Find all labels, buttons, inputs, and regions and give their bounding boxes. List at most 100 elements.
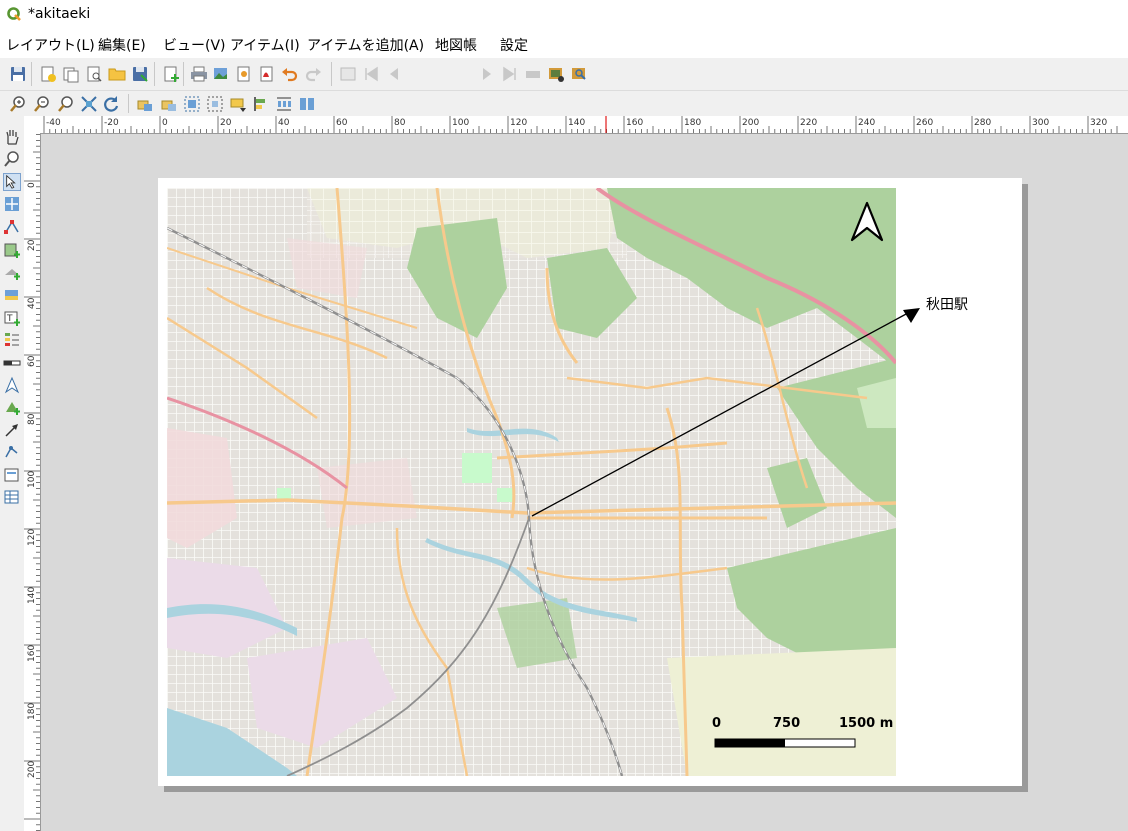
tools-panel: T [0, 116, 24, 831]
qgis-logo-icon [7, 7, 21, 21]
separator [154, 62, 155, 86]
ruler-label: -20 [104, 118, 119, 128]
next-feature-icon[interactable] [478, 65, 496, 83]
menu-items[interactable]: アイテム(I) [230, 35, 300, 55]
move-content-icon[interactable] [3, 195, 21, 213]
svg-text:T: T [6, 314, 13, 324]
ruler-label: 180 [27, 703, 37, 720]
layout-manager-icon[interactable] [85, 65, 103, 83]
zoom-out-icon[interactable] [33, 95, 51, 113]
pan-icon[interactable] [3, 128, 21, 146]
duplicate-layout-icon[interactable] [62, 65, 80, 83]
add-label-icon[interactable]: T [3, 309, 21, 327]
add-legend-icon[interactable] [3, 331, 21, 349]
ruler-label: 120 [27, 529, 37, 546]
window-title: *akitaeki [28, 6, 91, 22]
group-items-icon[interactable] [183, 95, 201, 113]
ruler-label: 220 [800, 118, 817, 128]
ruler-label: 0 [162, 118, 168, 128]
ruler-label: 160 [27, 645, 37, 662]
menu-bar: レイアウト(L) 編集(E) ビュー(V) アイテム(I) アイテムを追加(A)… [0, 30, 1128, 58]
zoom-full-icon[interactable] [80, 95, 98, 113]
ruler-label: 200 [27, 761, 37, 778]
undo-icon[interactable] [281, 65, 299, 83]
menu-layout[interactable]: レイアウト(L) [6, 35, 95, 55]
ruler-label: 240 [858, 118, 875, 128]
distribute-items-icon[interactable] [275, 95, 293, 113]
open-template-icon[interactable] [108, 65, 126, 83]
redo-icon[interactable] [304, 65, 322, 83]
menu-atlas[interactable]: 地図帳 [435, 35, 477, 55]
last-feature-icon[interactable] [501, 65, 519, 83]
save-template-icon[interactable] [131, 65, 149, 83]
unlock-items-icon[interactable] [160, 95, 178, 113]
ruler-label: 0 [27, 182, 37, 188]
horizontal-ruler-ticks: -40 -20 0 20 40 60 80 100 120 140 160 180 200 220 240 2… [43, 116, 1118, 133]
separator [128, 94, 129, 113]
align-items-icon[interactable] [252, 95, 270, 113]
ruler-label: 100 [452, 118, 469, 128]
add-arrow-icon[interactable] [3, 421, 21, 439]
add-picture-icon[interactable] [3, 286, 21, 304]
previous-feature-icon[interactable] [385, 65, 403, 83]
add-north-arrow-icon[interactable] [3, 376, 21, 394]
raise-items-icon[interactable] [229, 95, 247, 113]
print-icon[interactable] [190, 65, 208, 83]
add-scalebar-icon[interactable] [3, 354, 21, 372]
export-svg-icon[interactable] [235, 65, 253, 83]
vertical-ruler-ticks: 0 20 40 60 80 100 120 140 160 180 200 [24, 134, 40, 831]
ruler-label: 200 [742, 118, 759, 128]
ruler-label: 60 [27, 355, 37, 367]
add-html-icon[interactable] [3, 466, 21, 484]
zoom-tool-icon[interactable] [3, 150, 21, 168]
add-attribute-table-icon[interactable] [3, 488, 21, 506]
atlas-preview-icon[interactable] [339, 65, 357, 83]
menu-settings[interactable]: 設定 [500, 35, 528, 55]
layout-page[interactable]: 0 750 1500 m 秋田駅 [158, 178, 1022, 786]
first-feature-icon[interactable] [362, 65, 380, 83]
ruler-label: 40 [278, 118, 290, 128]
station-label[interactable]: 秋田駅 [926, 294, 968, 314]
new-layout-icon[interactable] [39, 65, 57, 83]
refresh-icon[interactable] [102, 95, 120, 113]
ruler-label: 20 [220, 118, 232, 128]
navigation-toolbar [0, 91, 1128, 117]
title-bar: *akitaeki [0, 0, 1128, 30]
horizontal-ruler: -40 -20 0 20 40 60 80 100 120 140 160 180 200 220 240 2… [40, 116, 1128, 134]
ruler-label: 160 [626, 118, 643, 128]
menu-add-item[interactable]: アイテムを追加(A) [307, 35, 424, 55]
atlas-settings-icon[interactable] [570, 65, 588, 83]
zoom-100-icon[interactable] [57, 95, 75, 113]
export-pdf-icon[interactable] [258, 65, 276, 83]
layout-canvas[interactable]: 0 750 1500 m 秋田駅 [41, 134, 1128, 831]
ruler-corner [24, 116, 40, 133]
ruler-label: 300 [1032, 118, 1049, 128]
print-atlas-icon[interactable] [524, 65, 542, 83]
add-pages-icon[interactable] [162, 65, 180, 83]
menu-view[interactable]: ビュー(V) [163, 35, 226, 55]
pointer-arrow[interactable] [158, 178, 1022, 786]
save-icon[interactable] [9, 65, 27, 83]
add-shape-icon[interactable] [3, 398, 21, 416]
menu-edit[interactable]: 編集(E) [98, 35, 146, 55]
export-image-icon[interactable] [212, 65, 230, 83]
select-move-icon[interactable] [3, 173, 21, 191]
separator [183, 62, 184, 86]
ruler-label: 140 [568, 118, 585, 128]
resize-items-icon[interactable] [298, 95, 316, 113]
lock-items-icon[interactable] [136, 95, 154, 113]
separator [31, 62, 32, 86]
edit-nodes-icon[interactable] [3, 218, 21, 236]
ruler-label: 100 [27, 471, 37, 488]
ruler-label: 280 [974, 118, 991, 128]
ruler-label: 40 [27, 297, 37, 309]
export-atlas-icon[interactable] [547, 65, 565, 83]
zoom-in-icon[interactable] [9, 95, 27, 113]
add-node-item-icon[interactable] [3, 443, 21, 461]
ungroup-items-icon[interactable] [206, 95, 224, 113]
add-3d-map-icon[interactable] [3, 263, 21, 281]
ruler-label: 120 [510, 118, 527, 128]
ruler-label: 20 [27, 239, 37, 251]
add-map-icon[interactable] [3, 241, 21, 259]
ruler-label: 80 [394, 118, 406, 128]
